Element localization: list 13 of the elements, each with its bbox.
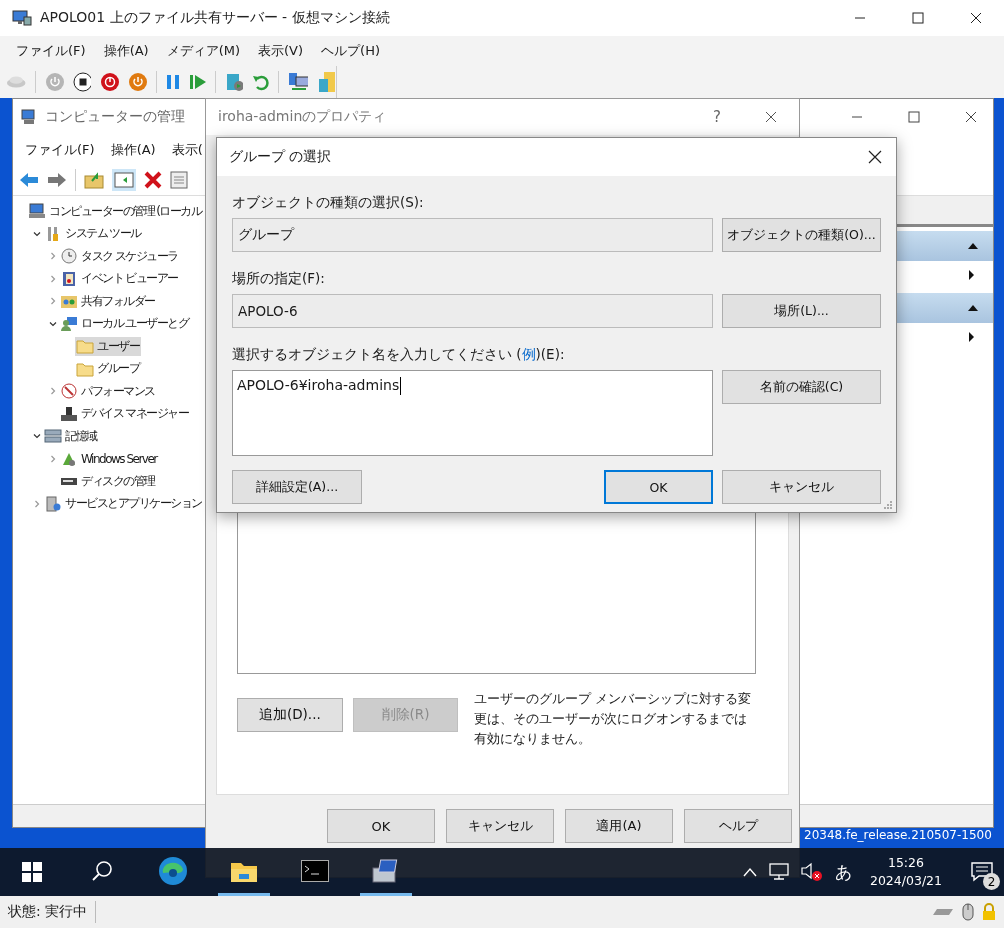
status-text: 状態: 実行中 [8, 903, 88, 921]
window-title: APOLO01 上のファイル共有サーバー - 仮想マシン接続 [40, 9, 390, 27]
location-field: APOLO-6 [232, 294, 713, 328]
field-label: 選択するオブジェクト名を入力してください (例)(E): [232, 346, 566, 364]
dialog-title: iroha-adminのプロパティ [218, 108, 387, 126]
notification-badge: 2 [983, 873, 1000, 890]
dialog-title: グループ の選択 [229, 148, 332, 166]
field-label: 場所の指定(F): [232, 270, 326, 288]
window-title: コンピューターの管理 [45, 108, 185, 126]
field-label: オブジェクトの種類の選択(S): [232, 194, 425, 212]
note-text: ユーザーのグループ メンバーシップに対する変更は、そのユーザーが次にログオンするまでは有効になりません。 [474, 690, 753, 748]
object-type-field: グループ [232, 218, 713, 252]
desktop-text: 20348.fe_release.210507-1500 [804, 828, 992, 842]
